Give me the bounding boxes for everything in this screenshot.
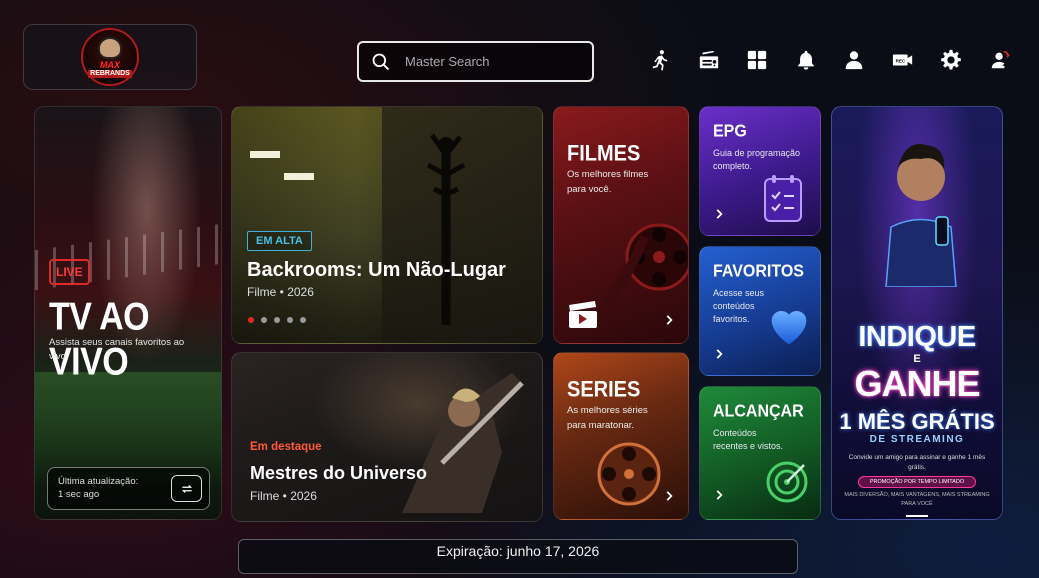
expiration-bar: Expiração: junho 17, 2026 — [238, 539, 798, 574]
refresh-icon — [181, 484, 192, 493]
series-card[interactable]: SERIES As melhores séries para maratonar… — [553, 352, 689, 520]
favoritos-title: FAVORITOS — [713, 262, 804, 281]
gear-icon[interactable] — [927, 47, 976, 73]
series-arrow — [662, 489, 676, 503]
search-icon — [372, 53, 390, 70]
promo-headline-indique: INDIQUE — [858, 321, 976, 353]
promo-offer-sub: DE STREAMING — [869, 434, 965, 445]
featured-subtitle: Filme • 2026 — [250, 489, 317, 503]
series-title: SERIES — [567, 378, 641, 403]
promo-offer: 1 MÊS GRÁTIS — [839, 409, 995, 434]
featured-card[interactable]: Em destaque Mestres do Universo Filme • … — [231, 352, 543, 522]
coat-rack-silhouette — [426, 133, 466, 325]
svg-text:REC: REC — [895, 58, 905, 63]
logo-text-max: MAX — [100, 59, 120, 70]
search-input[interactable] — [405, 54, 575, 69]
carousel-dot[interactable] — [261, 317, 267, 323]
target-icon — [766, 461, 808, 503]
live-tv-description: Assista seus canais favoritos ao vivo. — [49, 337, 185, 362]
hero-title: Backrooms: Um Não-Lugar — [247, 259, 506, 281]
referral-promo-banner[interactable]: INDIQUE E GANHE 1 MÊS GRÁTIS DE STREAMIN… — [831, 106, 1003, 520]
live-badge: LIVE — [49, 259, 90, 285]
promo-page-indicator — [906, 515, 928, 517]
warrior-figure — [402, 373, 524, 513]
film-reel-icon — [597, 442, 661, 506]
filmes-description: Os melhores filmes para você. — [567, 169, 649, 195]
logo-mascot — [98, 36, 122, 59]
epg-description: Guia de programação completo. — [713, 148, 801, 171]
trending-tag: EM ALTA — [247, 231, 312, 251]
alcancar-description: Conteúdos recentes e vistos. — [713, 428, 784, 451]
chevron-right-icon — [666, 491, 673, 501]
record-camera-icon[interactable]: REC — [879, 47, 928, 73]
carousel-dot[interactable] — [274, 317, 280, 323]
carousel-dot[interactable] — [248, 317, 254, 323]
alcancar-arrow — [712, 488, 726, 502]
user-icon[interactable] — [830, 47, 879, 73]
last-update-label: Última atualização: — [58, 476, 139, 487]
carousel-dots — [248, 317, 306, 323]
app-logo[interactable]: MAX REBRANDS — [23, 24, 197, 90]
promo-person-illustration — [885, 143, 957, 287]
favoritos-card[interactable]: FAVORITOS Acesse seus conteúdos favorito… — [699, 246, 821, 376]
top-toolbar: REC — [636, 47, 1024, 73]
filmes-card[interactable]: FILMES Os melhores filmes para você. — [553, 106, 689, 344]
carousel-dot[interactable] — [300, 317, 306, 323]
featured-title: Mestres do Universo — [250, 463, 428, 483]
grid-icon[interactable] — [733, 47, 782, 73]
chevron-right-icon — [716, 490, 723, 500]
chevron-right-icon — [666, 315, 673, 325]
alcancar-title: ALCANÇAR — [713, 402, 804, 421]
ceiling-lamp — [250, 151, 280, 158]
running-man-icon[interactable] — [636, 47, 685, 73]
promo-description: Convide um amigo para assinar e ganhe 1 … — [848, 454, 986, 471]
bell-icon[interactable] — [782, 47, 831, 73]
logo-text-rebrands: REBRANDS — [88, 69, 132, 78]
switch-user-icon[interactable] — [976, 47, 1025, 73]
film-reel-icon — [604, 223, 688, 310]
hero-banner[interactable]: EM ALTA Backrooms: Um Não-Lugar Filme • … — [231, 106, 543, 344]
featured-tag: Em destaque — [250, 441, 322, 453]
promo-headline-ganhe: GANHE — [854, 363, 980, 404]
filmes-title: FILMES — [567, 142, 641, 167]
clapperboard-icon — [569, 301, 597, 328]
hero-subtitle: Filme • 2026 — [247, 285, 314, 299]
carousel-dot[interactable] — [287, 317, 293, 323]
epg-arrow — [712, 207, 726, 221]
last-update-value: 1 sec ago — [58, 489, 100, 500]
chevron-right-icon — [716, 349, 723, 359]
series-description: As melhores séries para maratonar. — [567, 405, 648, 431]
favoritos-arrow — [712, 347, 726, 361]
chevron-right-icon — [716, 209, 723, 219]
filmes-arrow — [662, 313, 676, 327]
master-search[interactable] — [357, 41, 594, 82]
ceiling-lamp — [284, 173, 314, 180]
checklist-calendar-icon — [764, 175, 802, 222]
epg-card[interactable]: EPG Guia de programação completo. — [699, 106, 821, 236]
promo-tagline: MAIS DIVERSÃO, MAIS VANTAGENS, MAIS STRE… — [844, 492, 990, 507]
radio-icon[interactable] — [685, 47, 734, 73]
heart-icon — [771, 310, 807, 345]
alcancar-card[interactable]: ALCANÇAR Conteúdos recentes e vistos. — [699, 386, 821, 520]
epg-title: EPG — [713, 122, 747, 141]
live-tv-card[interactable]: LIVE TV AO VIVO Assista seus canais favo… — [34, 106, 222, 520]
last-update-box: Última atualização: 1 sec ago — [47, 467, 210, 510]
refresh-button[interactable] — [171, 475, 202, 502]
logo-badge: MAX REBRANDS — [81, 28, 139, 86]
promo-limited-badge: PROMOÇÃO POR TEMPO LIMITADO — [858, 476, 976, 488]
